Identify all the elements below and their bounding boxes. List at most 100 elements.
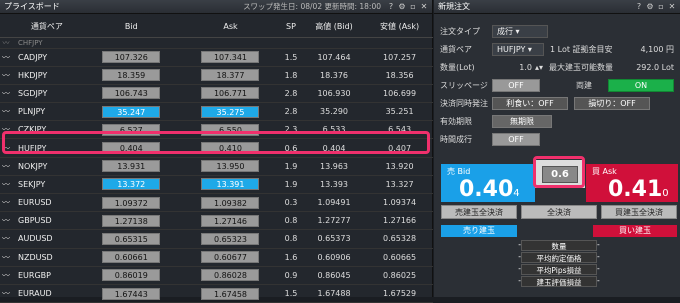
chart-icon[interactable]: 〰 — [0, 193, 12, 213]
col-high: 高値 (Bid) — [301, 17, 367, 38]
minimize-icon[interactable]: ▫ — [409, 2, 417, 11]
ask-cell[interactable]: 0.65323 — [201, 232, 260, 245]
stop-loss-button[interactable]: 損切り：OFF — [574, 96, 650, 110]
ask-cell[interactable]: 1.09382 — [201, 196, 260, 209]
price-board-titlebar: プライスボード スワップ発生日: 08/02 更新時間: 18:00 ? ⚙ ▫ ✕ — [0, 0, 432, 14]
all-settle-button[interactable]: 全決済 — [521, 205, 597, 219]
chart-icon[interactable]: 〰 — [0, 37, 12, 49]
close-icon[interactable]: ✕ — [420, 2, 428, 11]
summary-buy-value: - — [597, 240, 600, 249]
help-icon[interactable]: ? — [387, 2, 395, 11]
bid-cell[interactable]: 1.09372 — [102, 196, 161, 209]
bid-cell[interactable]: 35.247 — [102, 105, 161, 118]
bid-cell[interactable]: 13.931 — [102, 160, 161, 173]
help-icon[interactable]: ? — [635, 2, 643, 11]
ask-price-big: 0.41 — [608, 177, 663, 202]
ask-cell[interactable]: 0.410 — [201, 142, 260, 155]
bid-cell[interactable]: 0.86019 — [102, 269, 161, 282]
high-cell: 1.09491 — [301, 193, 367, 213]
ask-cell[interactable]: 18.377 — [201, 69, 260, 82]
gear-icon[interactable]: ⚙ — [646, 2, 654, 11]
lot-stepper-icon[interactable]: ▴▾ — [535, 63, 543, 72]
summary-row: - 建玉評価損益 - — [441, 276, 677, 287]
pair-name: EURAUD — [12, 284, 82, 303]
close-icon[interactable]: ✕ — [668, 2, 676, 11]
price-row-czkjpy[interactable]: 〰 CZKJPY 6.527 6.550 2.3 6.533 6.543 — [0, 120, 433, 140]
sell-all-settle-button[interactable]: 売建玉全決済 — [441, 205, 517, 219]
price-row-eurusd[interactable]: 〰 EURUSD 1.09372 1.09382 0.3 1.09491 1.0… — [0, 193, 433, 213]
sp-cell: 0.6 — [280, 138, 302, 158]
sp-cell: 1.9 — [280, 175, 302, 195]
bid-cell[interactable]: 1.27138 — [102, 214, 161, 227]
high-cell: 13.393 — [301, 175, 367, 195]
take-profit-button[interactable]: 利食い：OFF — [492, 96, 568, 110]
lot-input[interactable]: 1.0 — [492, 63, 532, 72]
chart-icon[interactable]: 〰 — [0, 284, 12, 303]
time-label: 時間成行 — [440, 134, 472, 144]
ask-cell[interactable]: 13.950 — [201, 160, 260, 173]
ask-cell[interactable]: 0.60677 — [201, 251, 260, 264]
price-row-nokjpy[interactable]: 〰 NOKJPY 13.931 13.950 1.9 13.963 13.920 — [0, 157, 433, 176]
lot-label: 数量(Lot) — [440, 62, 475, 72]
minimize-icon[interactable]: ▫ — [657, 2, 665, 11]
sell-bid-button[interactable]: 売 Bid 0.404 — [441, 164, 535, 202]
price-row-sekjpy[interactable]: 〰 SEKJPY 13.372 13.391 1.9 13.393 13.327 — [0, 175, 433, 195]
chart-icon[interactable]: 〰 — [0, 175, 12, 195]
pair-name: NOKJPY — [12, 157, 82, 176]
summary-row: - 平均Pips損益 - — [441, 264, 677, 275]
price-row-hufjpy[interactable]: 〰 HUFJPY 0.404 0.410 0.6 0.404 0.407 — [0, 138, 433, 158]
price-row-nzdusd[interactable]: 〰 NZDUSD 0.60661 0.60677 1.6 0.60906 0.6… — [0, 248, 433, 267]
max-label: 最大建玉可能数量 — [549, 62, 614, 72]
ask-cell[interactable]: 106.771 — [201, 87, 260, 100]
price-row-audusd[interactable]: 〰 AUDUSD 0.65315 0.65323 0.8 0.65373 0.6… — [0, 229, 433, 249]
chart-icon[interactable]: 〰 — [0, 266, 12, 285]
price-row-sgdjpy[interactable]: 〰 SGDJPY 106.743 106.771 2.8 106.930 106… — [0, 84, 433, 104]
bid-cell[interactable]: 18.359 — [102, 69, 161, 82]
chart-icon[interactable]: 〰 — [0, 248, 12, 267]
bid-cell[interactable]: 0.65315 — [102, 232, 161, 245]
gear-icon[interactable]: ⚙ — [398, 2, 406, 11]
price-row-hkdjpy[interactable]: 〰 HKDJPY 18.359 18.377 1.8 18.376 18.356 — [0, 66, 433, 85]
high-cell: 106.930 — [301, 84, 367, 104]
chart-icon[interactable]: 〰 — [0, 84, 12, 104]
bid-cell[interactable]: 0.404 — [102, 142, 161, 155]
price-row-cadjpy[interactable]: 〰 CADJPY 107.326 107.341 1.5 107.464 107… — [0, 48, 433, 67]
ryodate-toggle[interactable]: ON — [608, 78, 674, 92]
chart-icon[interactable]: 〰 — [0, 229, 12, 249]
pair-name: CHFJPY — [12, 37, 82, 49]
ask-cell[interactable]: 6.550 — [201, 123, 260, 136]
price-row-gbpusd[interactable]: 〰 GBPUSD 1.27138 1.27146 0.8 1.27277 1.2… — [0, 211, 433, 231]
chart-icon[interactable]: 〰 — [0, 48, 12, 67]
order-type-select[interactable]: 成行 ▾ — [492, 24, 548, 38]
bid-cell[interactable]: 107.326 — [102, 51, 161, 64]
low-cell: 1.67529 — [366, 284, 433, 303]
ask-cell[interactable]: 1.67458 — [201, 287, 260, 300]
ask-cell[interactable]: 0.86028 — [201, 269, 260, 282]
buy-all-settle-button[interactable]: 買建玉全決済 — [601, 205, 677, 219]
chart-icon[interactable]: 〰 — [0, 120, 12, 140]
buy-ask-button[interactable]: 買 Ask 0.410 — [586, 164, 678, 202]
ask-cell[interactable]: 35.275 — [201, 105, 260, 118]
pair-name: CADJPY — [12, 48, 82, 67]
bid-cell[interactable]: 6.527 — [102, 123, 161, 136]
price-row-euraud[interactable]: 〰 EURAUD 1.67443 1.67458 1.5 1.67488 1.6… — [0, 284, 433, 303]
ask-cell[interactable]: 13.391 — [201, 178, 260, 191]
chart-icon[interactable]: 〰 — [0, 138, 12, 158]
chart-icon[interactable]: 〰 — [0, 211, 12, 231]
price-row-eurgbp[interactable]: 〰 EURGBP 0.86019 0.86028 0.9 0.86045 0.8… — [0, 266, 433, 285]
slippage-toggle[interactable]: OFF — [492, 78, 540, 92]
bid-cell[interactable]: 0.60661 — [102, 251, 161, 264]
chart-icon[interactable]: 〰 — [0, 157, 12, 176]
chart-icon[interactable]: 〰 — [0, 102, 12, 122]
bid-cell[interactable]: 1.67443 — [102, 287, 161, 300]
expiry-button[interactable]: 無期限 — [492, 114, 552, 128]
bid-cell[interactable]: 13.372 — [102, 178, 161, 191]
pair-select[interactable]: HUFJPY ▾ — [492, 42, 544, 56]
summary-label: 平均約定価格 — [521, 252, 597, 263]
time-toggle[interactable]: OFF — [492, 132, 540, 146]
ask-cell[interactable]: 1.27146 — [201, 214, 260, 227]
price-row-plnjpy[interactable]: 〰 PLNJPY 35.247 35.275 2.8 35.290 35.251 — [0, 102, 433, 122]
ask-cell[interactable]: 107.341 — [201, 51, 260, 64]
bid-cell[interactable]: 106.743 — [102, 87, 161, 100]
chart-icon[interactable]: 〰 — [0, 66, 12, 85]
